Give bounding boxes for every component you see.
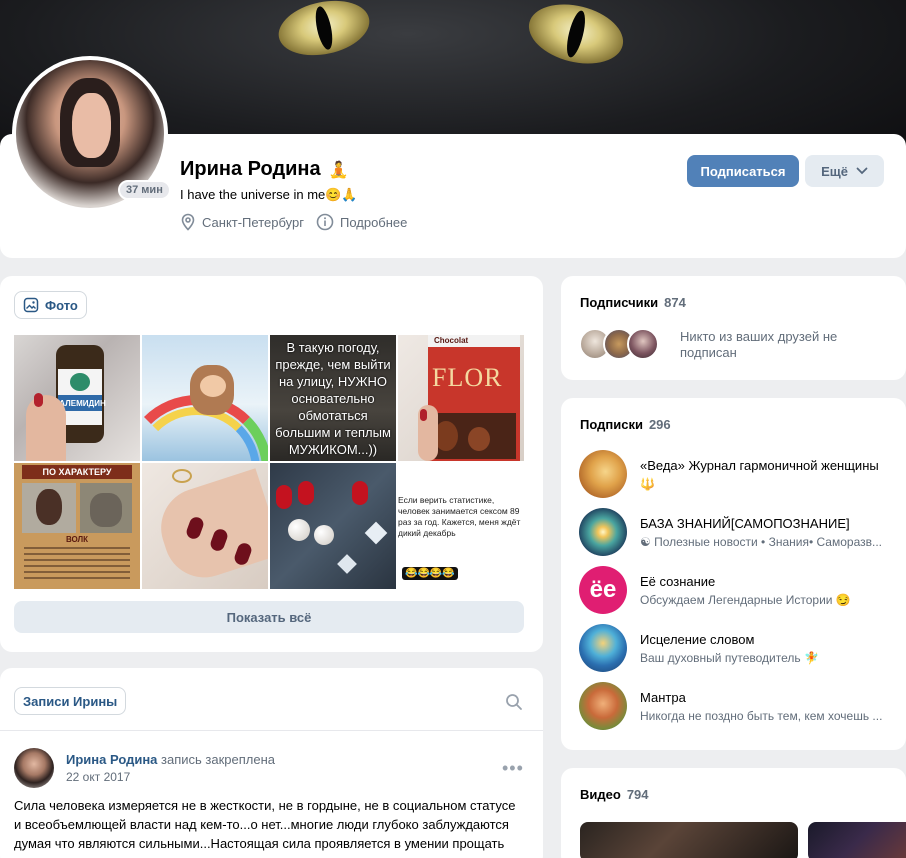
subscription-desc: Ваш духовный путеводитель 🧚 — [640, 651, 819, 665]
image-icon — [23, 297, 39, 313]
community-avatar — [579, 508, 627, 556]
cat-eye-right — [522, 0, 630, 73]
search-icon[interactable] — [505, 693, 523, 711]
tab-photos-label: Фото — [45, 297, 78, 313]
profile-name: Ирина Родина 🧘 — [180, 158, 349, 181]
more-label: Ещё — [821, 163, 848, 179]
chocolate-logo: FLOR — [432, 363, 503, 392]
subscriptions-label: Подписки — [580, 417, 643, 432]
video-label: Видео — [580, 787, 621, 802]
subscription-desc: Обсуждаем Легендарные Истории 😏 — [640, 593, 851, 607]
cat-eye-left — [273, 0, 375, 63]
subscription-item[interactable]: ёе Её сознание Обсуждаем Легендарные Ист… — [579, 566, 889, 624]
laughing-emojis: 😂😂😂😂 — [402, 567, 458, 580]
post-author-avatar[interactable] — [14, 748, 54, 788]
community-avatar: ёе — [579, 566, 627, 614]
subscription-name: «Веда» Журнал гармоничной женщины — [640, 458, 879, 473]
chevron-down-icon — [856, 167, 868, 175]
tab-posts[interactable]: Записи Ирины — [14, 687, 127, 715]
post-author-name[interactable]: Ирина Родина — [66, 752, 157, 767]
post-more-icon[interactable]: ••• — [502, 758, 524, 779]
photo-chocolate[interactable]: Chocolat FLOR — [398, 335, 524, 461]
community-avatar — [579, 624, 627, 672]
posts-divider — [0, 730, 543, 731]
subscription-item[interactable]: «Веда» Журнал гармоничной женщины 🔱 — [579, 450, 889, 508]
subscription-item[interactable]: Мантра Никогда не поздно быть тем, кем х… — [579, 682, 889, 740]
subscriptions-list: «Веда» Журнал гармоничной женщины 🔱 БАЗА… — [579, 450, 889, 740]
photos-card: Фото ЗАЛЕМИДИН В такую погоду, прежде, ч… — [0, 276, 543, 652]
photo-rainbow-art[interactable] — [142, 335, 268, 461]
info-icon — [316, 213, 334, 231]
video-thumbnail[interactable] — [808, 822, 906, 858]
subscription-desc: Никогда не поздно быть тем, кем хочешь .… — [640, 709, 883, 723]
subscribers-title[interactable]: Подписчики 874 — [580, 295, 686, 310]
photo-wolf-character[interactable]: ПО ХАРАКТЕРУ ВОЛК — [14, 463, 140, 589]
post-date[interactable]: 22 окт 2017 — [66, 770, 130, 784]
meditation-emoji: 🧘 — [328, 162, 349, 179]
profile-status: I have the universe in me😊🙏 — [180, 187, 358, 202]
tab-photos[interactable]: Фото — [14, 291, 87, 319]
wolf-caption: ВОЛК — [65, 535, 89, 544]
tab-posts-label: Записи Ирины — [23, 693, 118, 709]
subscriber-avatar[interactable] — [627, 328, 659, 360]
photo-nails-ring[interactable] — [142, 463, 268, 589]
subscriber-avatars — [579, 328, 659, 360]
subscription-name: Исцеление словом — [640, 632, 755, 647]
subscription-item[interactable]: БАЗА ЗНАНИЙ[САМОПОЗНАНИЕ] ☯ Полезные нов… — [579, 508, 889, 566]
subscription-desc: 🔱 — [640, 477, 655, 491]
community-avatar — [579, 450, 627, 498]
photo-medicine-bottle[interactable]: ЗАЛЕМИДИН — [14, 335, 140, 461]
profile-name-text: Ирина Родина — [180, 158, 321, 180]
subscription-name: БАЗА ЗНАНИЙ[САМОПОЗНАНИЕ] — [640, 516, 850, 531]
video-count: 794 — [626, 787, 649, 802]
profile-meta: Санкт-Петербург Подробнее — [180, 213, 407, 231]
location-pin-icon — [181, 213, 195, 231]
video-title[interactable]: Видео 794 — [580, 787, 649, 802]
photo-quote-weather[interactable]: В такую погоду, прежде, чем выйти на ули… — [270, 335, 396, 461]
subscriptions-title[interactable]: Подписки 296 — [580, 417, 671, 432]
photo-grid: ЗАЛЕМИДИН В такую погоду, прежде, чем вы… — [14, 335, 524, 589]
subscription-name: Мантра — [640, 690, 686, 705]
online-time-badge: 37 мин — [118, 180, 171, 200]
subscription-desc: ☯ Полезные новости • Знания• Саморазв... — [640, 535, 882, 549]
quote-weather-text: В такую погоду, прежде, чем выйти на ули… — [275, 339, 391, 457]
wolf-header: ПО ХАРАКТЕРУ — [22, 465, 132, 479]
subscriptions-count: 296 — [648, 417, 671, 432]
post-text: Сила человека измеряется не в жесткости,… — [14, 798, 516, 851]
statistics-text: Если верить статистике, человек занимает… — [398, 495, 521, 538]
subscription-name: Её сознание — [640, 574, 716, 589]
city-item[interactable]: Санкт-Петербург — [180, 213, 304, 231]
show-all-photos-button[interactable]: Показать всё — [14, 601, 524, 633]
subscription-item[interactable]: Исцеление словом Ваш духовный путеводите… — [579, 624, 889, 682]
subscribe-button[interactable]: Подписаться — [687, 155, 799, 187]
subscribers-count: 874 — [664, 295, 686, 310]
photo-statistics-text[interactable]: Если верить статистике, человек занимает… — [398, 463, 524, 589]
video-thumbnail[interactable] — [580, 822, 798, 858]
city-label: Санкт-Петербург — [202, 214, 304, 230]
details-link[interactable]: Подробнее — [316, 213, 407, 231]
more-button[interactable]: Ещё — [805, 155, 884, 187]
post-author-line: Ирина Родина запись закреплена — [66, 752, 275, 767]
chocolate-brand-label: Chocolat — [434, 336, 469, 345]
pinned-note: запись закреплена — [161, 752, 276, 767]
details-label: Подробнее — [339, 214, 408, 230]
community-avatar — [579, 682, 627, 730]
photo-nails-pearls[interactable] — [270, 463, 396, 589]
subscribers-label: Подписчики — [580, 295, 659, 310]
ee-logo: ёе — [589, 576, 617, 603]
no-friends-note: Никто из ваших друзей не подписан — [680, 329, 838, 360]
